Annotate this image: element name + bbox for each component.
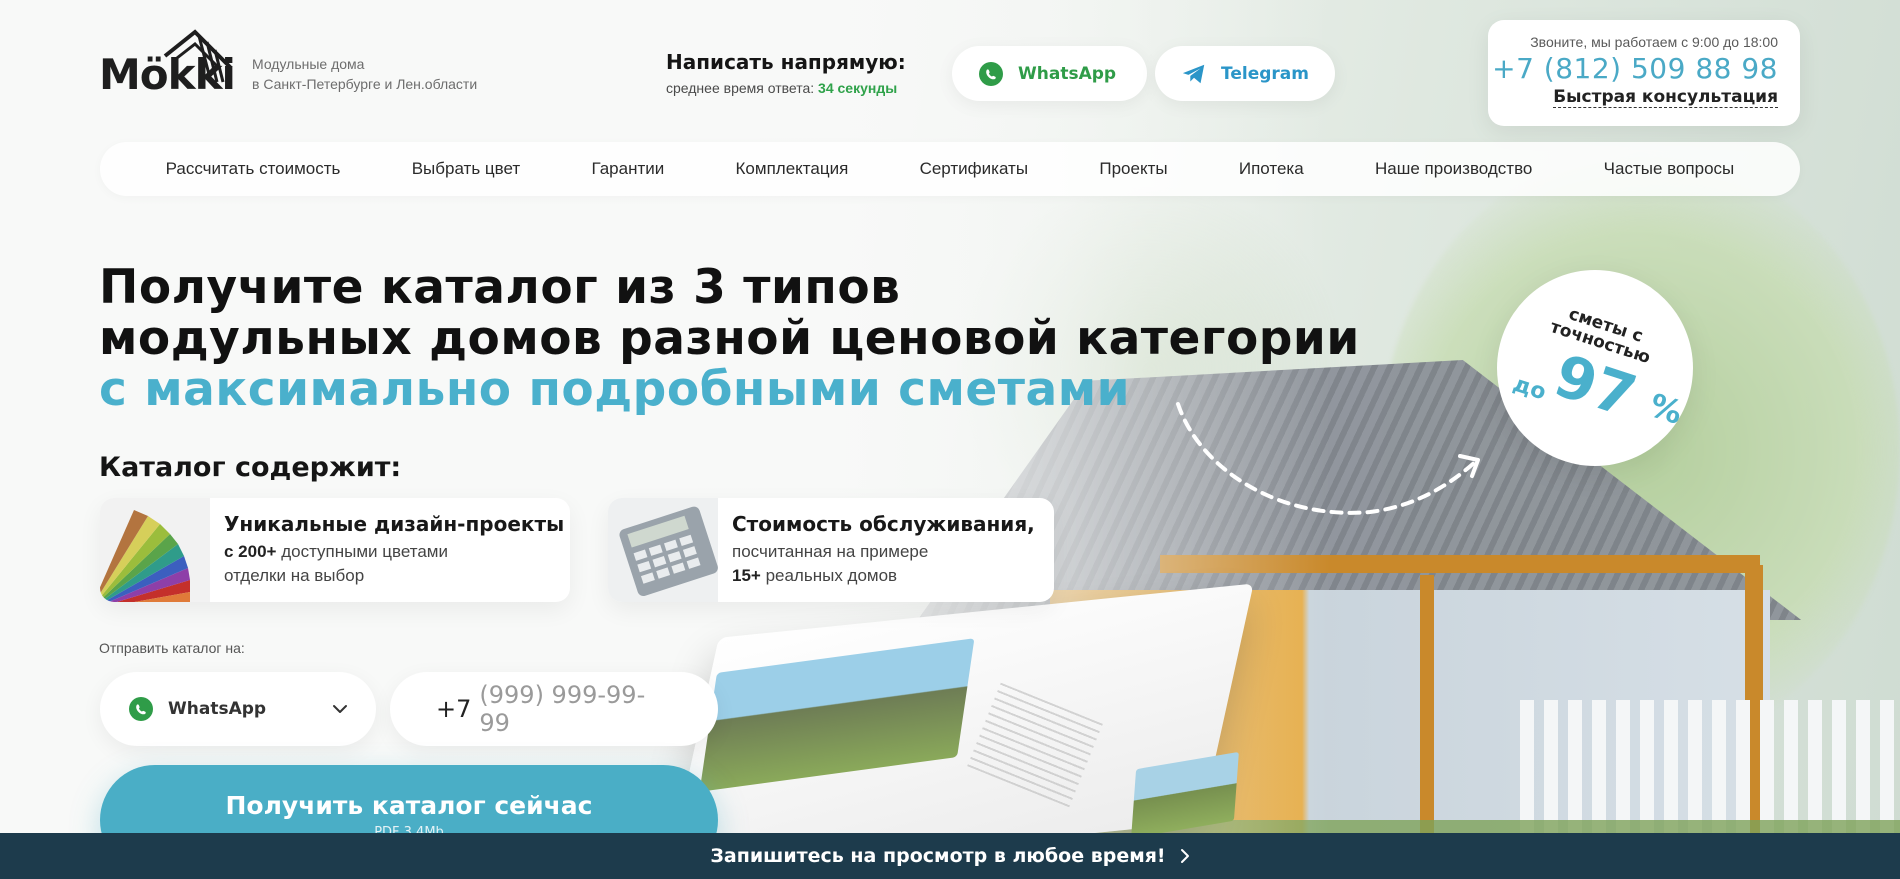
feature-text: отделки на выбор	[224, 566, 365, 585]
response-time-value: 34 секунды	[818, 80, 898, 96]
nav-item-guarantees[interactable]: Гарантии	[591, 159, 664, 179]
phone-prefix: +7	[436, 695, 472, 723]
dashed-arrow-icon	[1176, 402, 1480, 515]
title-line-accent: с максимально подробными сметами	[99, 362, 1131, 417]
logo[interactable]: Mökki	[99, 28, 236, 99]
working-hours: Звоните, мы работаем с 9:00 до 18:00	[1530, 34, 1778, 50]
get-catalog-label: Получить каталог сейчас	[225, 791, 593, 820]
tagline-line: Модульные дома	[252, 56, 365, 72]
feature-description: посчитанная на примере 15+ реальных домо…	[732, 540, 928, 588]
book-viewing-bar[interactable]: Запишитесь на просмотр в любое время!	[0, 833, 1900, 879]
feature-card-design: Уникальные дизайн-проекты с 200+ доступн…	[100, 498, 570, 602]
response-time-label: среднее время ответа:	[666, 80, 815, 96]
phone-input[interactable]: +7 (999) 999-99-99	[390, 672, 718, 746]
nav-item-color[interactable]: Выбрать цвет	[412, 159, 520, 179]
calculator-icon	[608, 498, 718, 602]
feature-card-maintenance: Стоимость обслуживания, посчитанная на п…	[608, 498, 1054, 602]
color-palette-icon	[100, 498, 210, 602]
messenger-select-value: WhatsApp	[168, 699, 267, 719]
whatsapp-icon	[979, 61, 1003, 86]
write-directly-title: Написать напрямую:	[666, 50, 906, 74]
page-title: Получите каталог из 3 типов модульных до…	[99, 262, 1399, 415]
feature-title: Уникальные дизайн-проекты	[224, 512, 565, 536]
feature-highlight: с 200+	[224, 542, 277, 561]
response-time: среднее время ответа: 34 секунды	[666, 80, 906, 96]
title-line: Получите каталог из 3 типов	[99, 260, 901, 315]
title-line: модульных домов разной ценовой категории	[99, 311, 1360, 366]
feature-title: Стоимость обслуживания,	[732, 512, 1035, 536]
whatsapp-label: WhatsApp	[1018, 63, 1117, 84]
nav-item-mortgage[interactable]: Ипотека	[1239, 159, 1304, 179]
phone-link[interactable]: +7 (812) 509 88 98	[1488, 52, 1778, 85]
nav-item-projects[interactable]: Проекты	[1099, 159, 1167, 179]
nav-item-certificates[interactable]: Сертификаты	[920, 159, 1028, 179]
feature-text: доступными цветами	[276, 542, 448, 561]
whatsapp-button[interactable]: WhatsApp	[952, 46, 1147, 101]
nav-item-faq[interactable]: Частые вопросы	[1604, 159, 1735, 179]
logo-text: Mökki	[99, 50, 236, 99]
send-catalog-label: Отправить каталог на:	[99, 640, 245, 656]
nav-item-equipment[interactable]: Комплектация	[736, 159, 849, 179]
book-viewing-label: Запишитесь на просмотр в любое время!	[710, 845, 1166, 867]
tagline-line: в Санкт-Петербурге и Лен.области	[252, 76, 478, 92]
telegram-label: Telegram	[1221, 63, 1309, 84]
nav-item-calculate[interactable]: Рассчитать стоимость	[166, 159, 341, 179]
messenger-select[interactable]: WhatsApp	[100, 672, 376, 746]
badge-prefix: до	[1509, 371, 1549, 406]
catalog-contains-title: Каталог содержит:	[99, 452, 402, 483]
accuracy-badge: сметы с точностью до 97 %	[1497, 270, 1693, 466]
phone-placeholder: (999) 999-99-99	[479, 681, 646, 737]
chevron-right-icon	[1180, 849, 1189, 863]
tagline: Модульные дома в Санкт-Петербурге и Лен.…	[252, 54, 477, 94]
main-nav: Рассчитать стоимость Выбрать цвет Гарант…	[100, 142, 1800, 196]
telegram-button[interactable]: Telegram	[1155, 46, 1335, 101]
feature-highlight: 15+	[732, 566, 761, 585]
write-directly-block: Написать напрямую: среднее время ответа:…	[666, 50, 906, 96]
telegram-icon	[1182, 64, 1205, 83]
feature-description: с 200+ доступными цветами отделки на выб…	[224, 540, 448, 588]
contact-card: Звоните, мы работаем с 9:00 до 18:00 +7 …	[1488, 20, 1800, 126]
chevron-down-icon	[333, 705, 347, 713]
feature-text: посчитанная на примере	[732, 542, 929, 561]
whatsapp-icon	[129, 697, 153, 721]
nav-item-production[interactable]: Наше производство	[1375, 159, 1532, 179]
quick-consultation-link[interactable]: Быстрая консультация	[1553, 87, 1778, 108]
feature-text: реальных домов	[760, 566, 898, 585]
